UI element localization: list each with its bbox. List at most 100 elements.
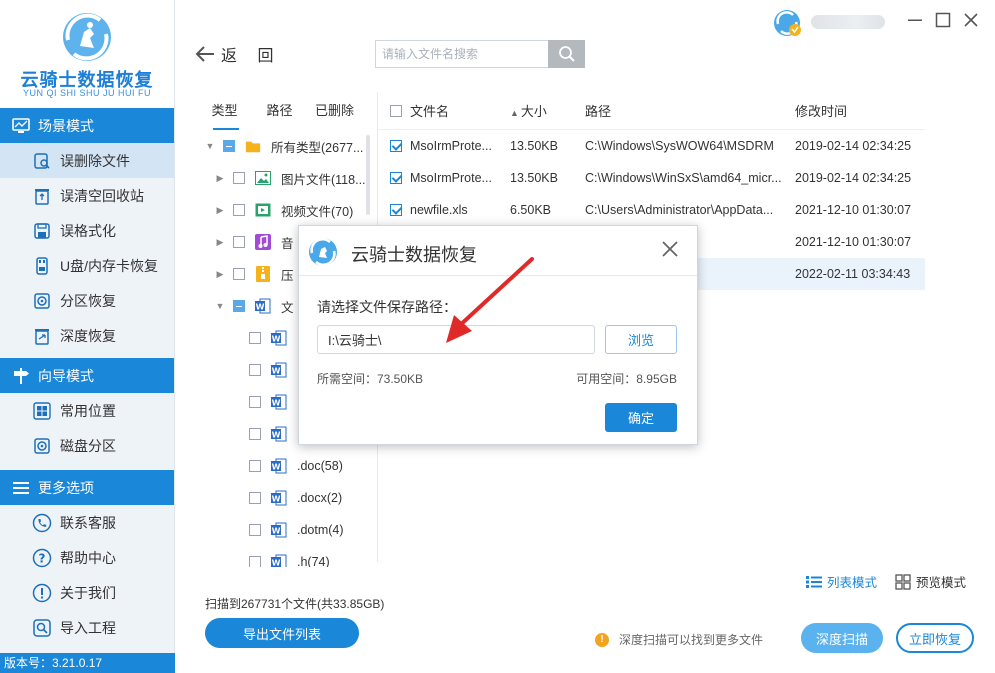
category-row[interactable]: ▶ 视频文件(70) — [197, 194, 377, 226]
row-checkbox[interactable] — [390, 140, 402, 152]
minimize-button[interactable] — [905, 10, 925, 30]
export-file-list-button[interactable]: 导出文件列表 — [205, 618, 359, 648]
row-checkbox[interactable] — [390, 172, 402, 184]
row-checkbox[interactable] — [390, 204, 402, 216]
category-checkbox[interactable] — [249, 364, 261, 376]
recover-now-button[interactable]: 立即恢复 — [896, 623, 974, 653]
sidebar-item-format[interactable]: 误格式化 — [0, 213, 174, 248]
word-doc-icon: W — [271, 554, 287, 567]
table-header: 文件名 ▲ 大小 路径 修改时间 — [378, 92, 925, 130]
import-icon — [32, 618, 52, 638]
knight-logo-icon — [63, 13, 111, 61]
table-row[interactable]: MsoIrmProte... 13.50KB C:\Windows\WinSxS\a… — [378, 162, 925, 194]
sidebar-item-about-us[interactable]: 关于我们 — [0, 575, 174, 610]
section-more-options[interactable]: 更多选项 — [0, 470, 174, 505]
grid-view-icon — [895, 573, 911, 590]
svg-text:W: W — [256, 302, 265, 311]
menu-icon — [12, 479, 30, 497]
preview-mode-label: 预览模式 — [916, 576, 967, 590]
browse-button[interactable]: 浏览 — [605, 325, 677, 354]
category-scrollbar[interactable] — [366, 135, 370, 215]
expand-down-icon[interactable]: ▼ — [213, 301, 227, 311]
category-checkbox[interactable] — [233, 236, 245, 248]
expand-right-icon[interactable]: ▶ — [213, 173, 227, 184]
tab-path[interactable]: 路径 — [252, 92, 307, 130]
maximize-button[interactable] — [933, 10, 953, 30]
category-row[interactable]: W .dotm(4) — [197, 514, 377, 546]
file-path-cell: C:\Windows\WinSxS\amd64_micr... — [585, 171, 782, 185]
category-checkbox[interactable] — [249, 396, 261, 408]
svg-text:W: W — [272, 494, 281, 503]
modified-time-cell: 2021-12-10 01:30:07 — [795, 203, 912, 217]
search-button[interactable] — [548, 40, 585, 68]
svg-text:W: W — [272, 558, 281, 567]
word-doc-icon: W — [271, 394, 287, 410]
category-label: .dotm(4) — [297, 523, 344, 537]
user-avatar[interactable] — [773, 8, 803, 38]
expand-right-icon[interactable]: ▶ — [213, 205, 227, 216]
sidebar-item-help-center[interactable]: ? 帮助中心 — [0, 540, 174, 575]
sidebar-item-contact-support[interactable]: 联系客服 — [0, 505, 174, 540]
word-doc-icon: W — [271, 458, 287, 474]
category-checkbox[interactable] — [233, 204, 245, 216]
word-doc-icon: W — [271, 330, 287, 346]
section-wizard-mode[interactable]: 向导模式 — [0, 358, 174, 393]
tab-type[interactable]: 类型 — [197, 92, 252, 130]
back-label: 返 回 — [221, 48, 282, 65]
expand-down-icon[interactable]: ▼ — [203, 141, 217, 151]
category-checkbox[interactable] — [249, 492, 261, 504]
category-checkbox[interactable] — [249, 524, 261, 536]
category-checkbox[interactable] — [249, 428, 261, 440]
tab-deleted[interactable]: 已删除 — [307, 92, 362, 130]
sidebar-item-disk-partition[interactable]: 磁盘分区 — [0, 428, 174, 463]
table-row[interactable]: MsoIrmProte... 13.50KB C:\Windows\SysWOW64… — [378, 130, 925, 162]
category-checkbox[interactable] — [249, 332, 261, 344]
sidebar-item-partition[interactable]: 分区恢复 — [0, 283, 174, 318]
sidebar-item-recycle-bin[interactable]: 误清空回收站 — [0, 178, 174, 213]
sidebar-item-import-project[interactable]: 导入工程 — [0, 610, 174, 645]
sidebar-item-common-locations[interactable]: 常用位置 — [0, 393, 174, 428]
back-button[interactable]: 返 回 — [195, 42, 281, 66]
sidebar-item-usb-card[interactable]: U盘/内存卡恢复 — [0, 248, 174, 283]
info-icon — [32, 583, 52, 603]
category-row[interactable]: W .doc(58) — [197, 450, 377, 482]
top-bar: 返 回 — [175, 0, 995, 90]
svg-text:W: W — [272, 430, 281, 439]
confirm-button[interactable]: 确定 — [605, 403, 677, 432]
section-scene-mode[interactable]: 场景模式 — [0, 108, 174, 143]
table-row[interactable]: newfile.xls 6.50KB C:\Users\Administrator\… — [378, 194, 925, 226]
category-checkbox[interactable] — [249, 460, 261, 472]
sidebar-item-label: 关于我们 — [60, 584, 116, 601]
category-checkbox[interactable] — [233, 172, 245, 184]
category-row[interactable]: W .h(74) — [197, 546, 377, 567]
select-all-checkbox[interactable] — [390, 104, 402, 117]
svg-text:W: W — [272, 398, 281, 407]
app-logo-icon — [309, 237, 337, 267]
col-header-name[interactable]: 文件名 — [410, 101, 510, 120]
category-row[interactable]: ▶ 图片文件(118... — [197, 162, 377, 194]
close-window-button[interactable] — [961, 10, 981, 30]
category-checkbox[interactable] — [233, 268, 245, 280]
category-row[interactable]: ▼ 所有类型(2677... — [197, 130, 377, 162]
search-input[interactable] — [375, 40, 549, 68]
word-doc-icon: W — [271, 522, 287, 538]
category-checkbox[interactable] — [223, 140, 235, 152]
word-doc-icon: W — [271, 362, 287, 378]
col-header-time[interactable]: 修改时间 — [795, 101, 925, 120]
col-header-path[interactable]: 路径 — [585, 101, 795, 120]
file-size-cell: 13.50KB — [510, 171, 558, 185]
expand-right-icon[interactable]: ▶ — [213, 237, 227, 248]
expand-right-icon[interactable]: ▶ — [213, 269, 227, 280]
preview-mode-toggle[interactable]: 预览模式 — [895, 572, 966, 591]
version-label: 版本号：3.21.0.17 — [0, 653, 175, 673]
deep-scan-button[interactable]: 深度扫描 — [801, 623, 883, 653]
category-row[interactable]: W .docx(2) — [197, 482, 377, 514]
col-header-size[interactable]: ▲ 大小 — [510, 101, 585, 120]
list-mode-toggle[interactable]: 列表模式 — [806, 572, 877, 591]
sidebar-item-deep-recover[interactable]: 深度恢复 — [0, 318, 174, 353]
category-checkbox[interactable] — [233, 300, 245, 312]
category-checkbox[interactable] — [249, 556, 261, 567]
dialog-close-icon[interactable] — [661, 240, 679, 258]
sidebar-item-label: 深度恢复 — [60, 327, 116, 344]
sidebar-item-deleted-files[interactable]: 误删除文件 — [0, 143, 174, 178]
